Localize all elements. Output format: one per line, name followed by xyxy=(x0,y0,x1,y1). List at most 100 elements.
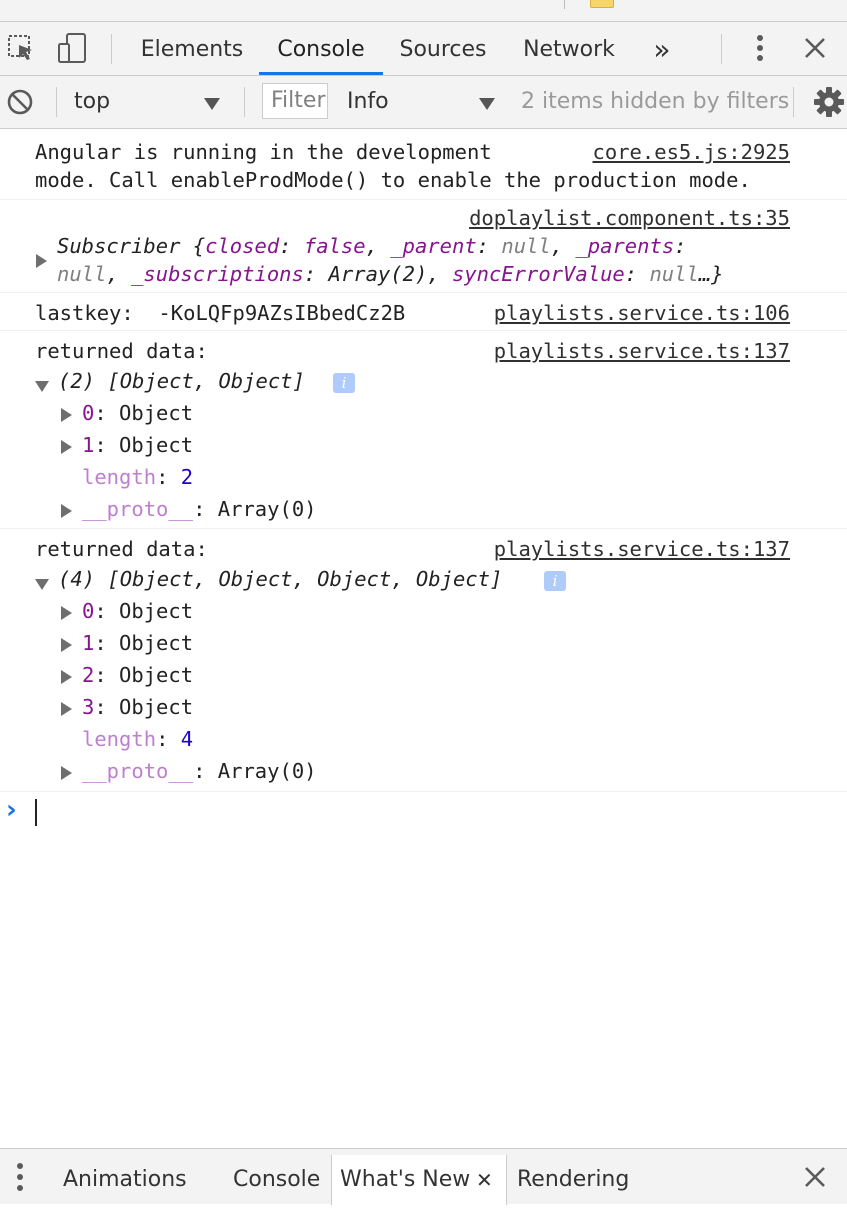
source-link[interactable]: playlists.service.ts:137 xyxy=(494,537,790,561)
drawer-tab-console[interactable]: Console xyxy=(233,1149,320,1204)
note-icon[interactable] xyxy=(590,0,614,8)
drawer-tab-rendering[interactable]: Rendering xyxy=(517,1149,629,1204)
returned-data-label: returned data: xyxy=(35,537,208,561)
info-icon[interactable]: i xyxy=(544,571,566,591)
close-devtools-icon[interactable] xyxy=(800,32,830,64)
length-key: length xyxy=(82,727,157,751)
tab-network[interactable]: Network xyxy=(510,22,628,75)
expand-arrow-icon[interactable] xyxy=(61,637,72,656)
close-tab-icon[interactable]: ✕ xyxy=(476,1155,493,1205)
array-proto[interactable]: __proto__: Array(0) xyxy=(82,759,317,783)
array-length: length: 2 xyxy=(82,465,194,489)
message-text-line1: Angular is running in the development xyxy=(35,140,492,164)
tab-console[interactable]: Console xyxy=(259,22,383,75)
device-toolbar-icon[interactable] xyxy=(56,32,90,64)
drawer-menu-icon[interactable] xyxy=(6,1161,34,1193)
context-dropdown-icon[interactable] xyxy=(204,95,220,114)
expand-arrow-icon[interactable] xyxy=(61,605,72,624)
context-selector[interactable]: top xyxy=(74,76,110,128)
array-summary[interactable]: (4) [Object, Object, Object, Object] xyxy=(58,567,502,591)
item-index: 1 xyxy=(82,631,95,655)
item-index: 0 xyxy=(82,599,95,623)
drawer-tab-animations[interactable]: Animations xyxy=(63,1149,187,1204)
proto-value: Array(0) xyxy=(217,759,317,783)
inspect-element-icon[interactable] xyxy=(4,32,38,64)
expand-arrow-icon[interactable] xyxy=(36,253,47,272)
customize-menu-icon[interactable] xyxy=(745,32,775,64)
tab-elements[interactable]: Elements xyxy=(131,22,253,75)
close-drawer-icon[interactable] xyxy=(800,1161,830,1193)
length-value: 4 xyxy=(180,727,194,751)
collapse-arrow-icon[interactable] xyxy=(35,575,49,594)
array-item[interactable]: 0: Object xyxy=(82,401,193,425)
filterbar-divider xyxy=(56,87,57,117)
array-proto[interactable]: __proto__: Array(0) xyxy=(82,497,317,521)
tab-sources[interactable]: Sources xyxy=(388,22,498,75)
console-prompt[interactable]: › xyxy=(0,793,847,833)
item-index: 2 xyxy=(82,663,95,687)
proto-key: __proto__ xyxy=(82,497,194,521)
console-message-lastkey: lastkey: -KoLQFp9AZsIBbedCz2B playlists.… xyxy=(0,293,847,331)
item-index: 1 xyxy=(82,433,95,457)
array-length: length: 4 xyxy=(82,727,194,751)
devtools-drawer: Animations Console What's New ✕ Renderin… xyxy=(0,1148,847,1205)
console-output: Angular is running in the development co… xyxy=(0,129,847,1148)
expand-arrow-icon[interactable] xyxy=(61,765,72,784)
top-divider xyxy=(564,0,565,9)
returned-data-label: returned data: xyxy=(35,339,208,363)
source-link[interactable]: doplaylist.component.ts:35 xyxy=(469,206,790,230)
proto-value: Array(0) xyxy=(217,497,317,521)
source-link[interactable]: core.es5.js:2925 xyxy=(593,140,790,164)
toolbar-divider-right xyxy=(721,34,722,64)
expand-arrow-icon[interactable] xyxy=(61,407,72,426)
drawer-tab-whats-new[interactable]: What's New ✕ xyxy=(331,1155,507,1205)
devtools-toolbar: Elements Console Sources Network » xyxy=(0,22,847,76)
log-level-dropdown-icon[interactable] xyxy=(479,95,495,114)
item-value: Object xyxy=(119,663,194,687)
log-level-selector[interactable]: Info xyxy=(347,76,389,128)
source-link[interactable]: playlists.service.ts:106 xyxy=(494,301,790,325)
clear-console-icon[interactable] xyxy=(4,86,36,118)
subscriber-line2-text: null, _subscriptions: Array(2), syncErro… xyxy=(57,262,724,286)
array-item[interactable]: 2: Object xyxy=(82,663,193,687)
filterbar-divider-2 xyxy=(244,87,245,117)
item-value: Object xyxy=(119,599,194,623)
drawer-tab-label: What's New xyxy=(340,1167,471,1192)
hidden-items-status: 2 items hidden by filters xyxy=(521,89,790,114)
console-message-returned-data-2: returned data: playlists.service.ts:137 … xyxy=(0,529,847,792)
expand-arrow-icon[interactable] xyxy=(61,701,72,720)
proto-key: __proto__ xyxy=(82,759,194,783)
array-item[interactable]: 0: Object xyxy=(82,599,193,623)
console-message-angular: Angular is running in the development co… xyxy=(0,129,847,200)
expand-arrow-icon[interactable] xyxy=(61,669,72,688)
item-index: 0 xyxy=(82,401,95,425)
subscriber-line2: null, _subscriptions: Array(2), syncErro… xyxy=(57,262,724,286)
array-item[interactable]: 1: Object xyxy=(82,631,193,655)
array-item[interactable]: 3: Object xyxy=(82,695,193,719)
item-index: 3 xyxy=(82,695,95,719)
filter-input[interactable]: Filter xyxy=(262,83,328,119)
item-value: Object xyxy=(119,401,194,425)
console-filter-bar: top Filter Info 2 items hidden by filter… xyxy=(0,76,847,129)
length-value: 2 xyxy=(180,465,194,489)
source-link[interactable]: playlists.service.ts:137 xyxy=(494,339,790,363)
settings-gear-icon[interactable] xyxy=(813,86,845,118)
expand-arrow-icon[interactable] xyxy=(61,503,72,522)
message-text-line2: mode. Call enableProdMode() to enable th… xyxy=(35,168,751,192)
subscriber-line1-text: Subscriber {closed: false, _parent: null… xyxy=(57,234,687,258)
window-top-strip xyxy=(0,0,847,22)
expand-arrow-icon[interactable] xyxy=(61,439,72,458)
array-summary[interactable]: (2) [Object, Object] xyxy=(58,369,305,393)
array-item[interactable]: 1: Object xyxy=(82,433,193,457)
info-icon[interactable]: i xyxy=(333,373,355,393)
toolbar-divider xyxy=(111,34,112,64)
collapse-arrow-icon[interactable] xyxy=(35,377,49,396)
item-value: Object xyxy=(119,433,194,457)
item-value: Object xyxy=(119,631,194,655)
console-message-returned-data-1: returned data: playlists.service.ts:137 … xyxy=(0,331,847,529)
more-tabs-button[interactable]: » xyxy=(640,22,684,75)
console-message-subscriber: doplaylist.component.ts:35 Subscriber {c… xyxy=(0,200,847,293)
text-cursor xyxy=(35,799,37,826)
filterbar-divider-3 xyxy=(793,87,794,117)
prompt-chevron-icon: › xyxy=(6,795,17,825)
